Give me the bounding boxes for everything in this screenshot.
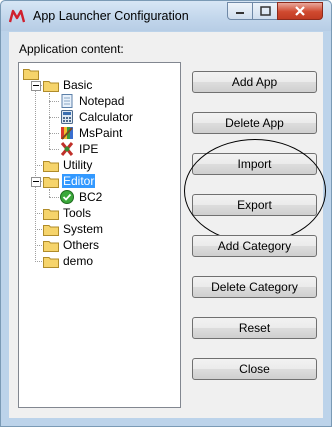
maximize-icon xyxy=(260,6,271,16)
tree-node-tools[interactable]: Tools xyxy=(19,205,139,221)
close-window-button[interactable] xyxy=(277,2,323,20)
maximize-button[interactable] xyxy=(252,2,278,20)
tree-node-label: IPE xyxy=(79,142,99,156)
tree-node-demo[interactable]: demo xyxy=(19,253,139,269)
folder-icon xyxy=(43,257,59,268)
reset-button[interactable]: Reset xyxy=(192,317,317,339)
ipe-icon xyxy=(60,142,74,156)
import-button[interactable]: Import xyxy=(192,153,317,175)
green-check-circle-icon xyxy=(60,190,74,204)
calculator-icon xyxy=(61,110,73,124)
folder-icon xyxy=(43,225,59,236)
folder-icon xyxy=(43,81,59,92)
folder-icon xyxy=(43,161,59,172)
tree-node-utility[interactable]: Utility xyxy=(19,157,139,173)
add-app-button[interactable]: Add App xyxy=(192,71,317,93)
folder-icon xyxy=(43,209,59,220)
tree-node-others[interactable]: Others xyxy=(19,237,139,253)
dialog-client-area: Application content: Basic Notepad Calcu… xyxy=(9,32,326,418)
tree-node-label: Notepad xyxy=(79,94,125,108)
close-button[interactable]: Close xyxy=(192,358,317,380)
add-category-button[interactable]: Add Category xyxy=(192,235,317,257)
collapse-toggle[interactable] xyxy=(31,177,41,187)
close-icon xyxy=(295,6,305,16)
title-bar[interactable]: App Launcher Configuration xyxy=(1,1,331,31)
tree-node-mspaint[interactable]: MsPaint xyxy=(19,125,159,141)
minimize-icon xyxy=(236,12,244,14)
tree-node-system[interactable]: System xyxy=(19,221,139,237)
tree-node-basic[interactable]: Basic xyxy=(19,77,139,93)
folder-icon xyxy=(43,177,59,188)
minimize-button[interactable] xyxy=(227,2,253,20)
paint-palette-icon xyxy=(61,127,73,140)
tree-node-label: System xyxy=(63,222,104,236)
microchip-logo-icon xyxy=(9,9,25,23)
tree-node-label: Others xyxy=(63,238,100,252)
tree-node-label: Tools xyxy=(63,206,92,220)
tree-node-label: Utility xyxy=(63,158,93,172)
tree-node-notepad[interactable]: Notepad xyxy=(19,93,159,109)
application-content-label: Application content: xyxy=(19,42,124,56)
folder-icon xyxy=(43,241,59,252)
tree-node-label: Editor xyxy=(62,174,96,188)
application-tree[interactable]: Basic Notepad Calculator MsPaint IPE Uti… xyxy=(18,62,181,408)
notepad-icon xyxy=(61,94,73,108)
app-launcher-window: App Launcher Configuration Application c… xyxy=(0,0,332,427)
tree-node-label: demo xyxy=(63,254,94,268)
tree-node-label: BC2 xyxy=(79,190,103,204)
collapse-toggle[interactable] xyxy=(31,81,41,91)
delete-category-button[interactable]: Delete Category xyxy=(192,276,317,298)
delete-app-button[interactable]: Delete App xyxy=(192,112,317,134)
tree-node-label: Basic xyxy=(63,78,93,92)
window-title: App Launcher Configuration xyxy=(33,9,189,23)
tree-node-label: MsPaint xyxy=(79,126,123,140)
tree-node-ipe[interactable]: IPE xyxy=(19,141,139,157)
tree-node-editor[interactable]: Editor xyxy=(19,173,139,189)
tree-node-calculator[interactable]: Calculator xyxy=(19,109,169,125)
tree-node-label: Calculator xyxy=(79,110,134,124)
tree-node-bc2[interactable]: BC2 xyxy=(19,189,139,205)
export-button[interactable]: Export xyxy=(192,194,317,216)
